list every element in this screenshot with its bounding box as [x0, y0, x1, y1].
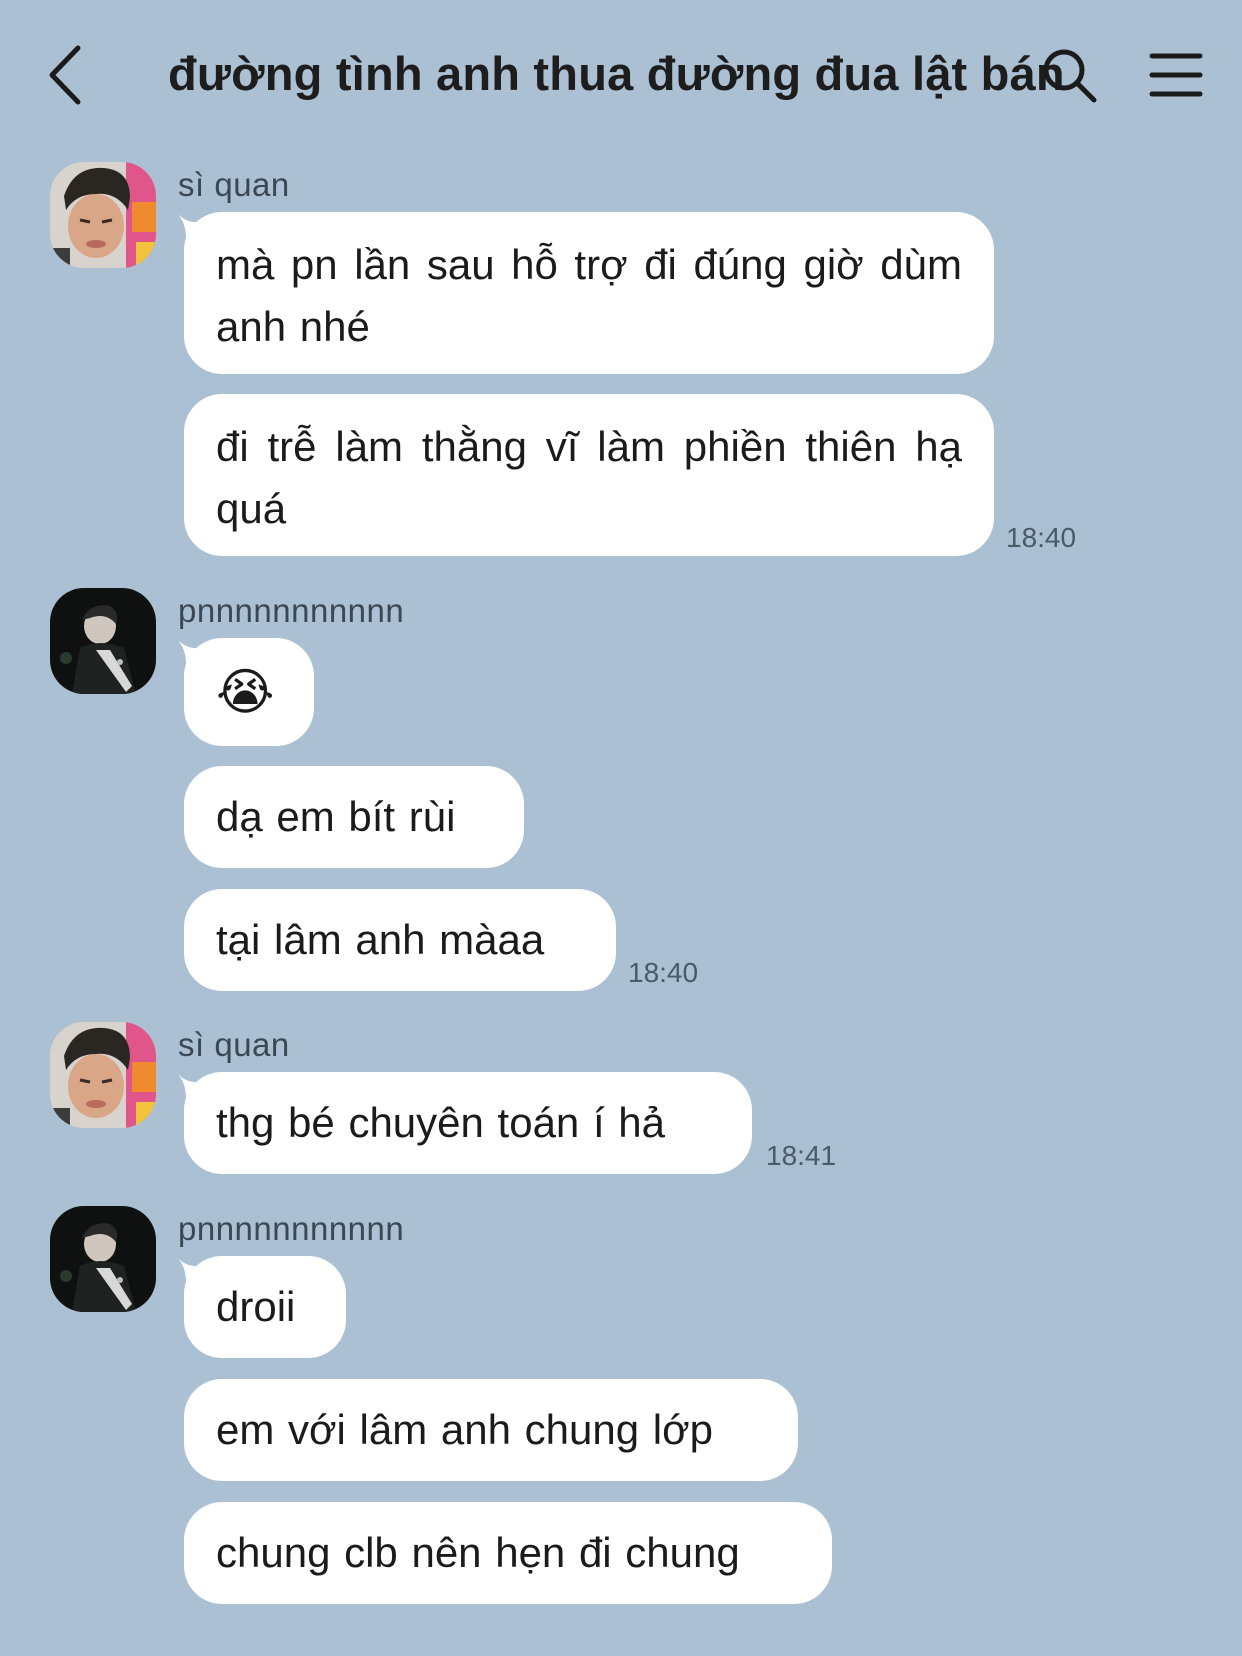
message-text: đi trễ làm thằng vĩ làm phiền thiên hạ q…	[216, 423, 962, 532]
message-bubble[interactable]: thg bé chuyên toán í hả	[184, 1072, 752, 1174]
crying-face-emoji: 😭	[216, 664, 275, 720]
sender-name: pnnnnnnnnnnn	[178, 592, 405, 629]
message-bubble[interactable]: tại lâm anh màaa	[184, 889, 616, 991]
avatar-si-quan[interactable]	[50, 162, 156, 268]
sender-name: sì quan	[178, 1026, 290, 1063]
search-button[interactable]	[1040, 46, 1100, 106]
message-bubble[interactable]: dạ em bít rùi	[184, 766, 524, 868]
avatar-si-quan[interactable]	[50, 1022, 156, 1128]
message-text: thg bé chuyên toán í hả	[216, 1099, 666, 1146]
menu-button[interactable]	[1148, 50, 1204, 100]
message-text: dạ em bít rùi	[216, 793, 456, 840]
message-time: 18:41	[766, 1140, 837, 1171]
avatar-photo-si-quan	[50, 1022, 156, 1128]
message-text: mà pn lần sau hỗ trợ đi đúng giờ dùm anh…	[216, 241, 962, 350]
message-time: 18:40	[1006, 522, 1077, 553]
message-bubble[interactable]: mà pn lần sau hỗ trợ đi đúng giờ dùm anh…	[184, 212, 994, 374]
avatar-pnnnnnnnnnnn[interactable]	[50, 1206, 156, 1312]
message-text: tại lâm anh màaa	[216, 916, 545, 963]
chat-header: đường tình anh thua đường đua lật bánh	[0, 0, 1242, 150]
message-bubble[interactable]: chung clb nên hẹn đi chung	[184, 1502, 832, 1604]
avatar-photo-pnnnnnnnnnnn	[50, 588, 156, 694]
chevron-left-icon	[49, 45, 81, 105]
message-text: em với lâm anh chung lớp	[216, 1406, 713, 1453]
message-text: chung clb nên hẹn đi chung	[216, 1529, 740, 1576]
back-button[interactable]	[40, 40, 100, 110]
search-icon	[1043, 49, 1097, 103]
message-time: 18:40	[628, 957, 699, 988]
hamburger-menu-icon	[1149, 53, 1203, 97]
sender-name: pnnnnnnnnnnn	[178, 1210, 405, 1247]
avatar-pnnnnnnnnnnn[interactable]	[50, 588, 156, 694]
message-text: droii	[216, 1283, 296, 1330]
chat-title: đường tình anh thua đường đua lật bánh	[168, 47, 1068, 100]
sender-name: sì quan	[178, 166, 290, 203]
message-bubble[interactable]: 😭	[184, 638, 314, 746]
message-bubble[interactable]: em với lâm anh chung lớp	[184, 1379, 798, 1481]
avatar-photo-pnnnnnnnnnnn	[50, 1206, 156, 1312]
message-bubble[interactable]: đi trễ làm thằng vĩ làm phiền thiên hạ q…	[184, 394, 994, 556]
message-bubble[interactable]: droii	[184, 1256, 346, 1358]
avatar-photo-si-quan	[50, 162, 156, 268]
